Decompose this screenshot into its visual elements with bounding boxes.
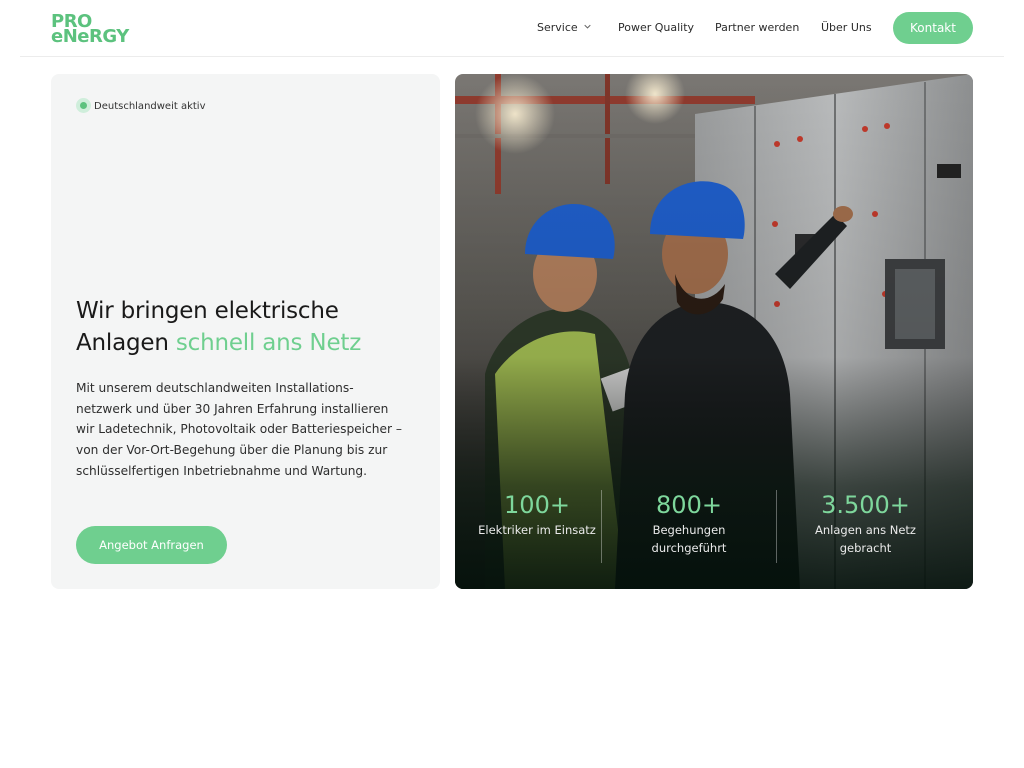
nav-item-power-quality[interactable]: Power Quality bbox=[618, 21, 694, 34]
status-badge-label: Deutschlandweit aktiv bbox=[94, 101, 206, 112]
stat-divider bbox=[601, 490, 602, 563]
stat-inspections: 800+ Begehungen durchgeführt bbox=[615, 490, 763, 566]
stat-value: 800+ bbox=[656, 491, 722, 519]
page-title: Wir bringen elektrische Anlagen schnell … bbox=[76, 295, 421, 359]
stat-label: Anlagen ans Netz gebracht bbox=[815, 523, 916, 555]
stat-divider bbox=[776, 490, 777, 563]
pro-energy-logo[interactable]: PRO eNeRGY bbox=[51, 13, 133, 47]
status-badge: Deutschlandweit aktiv bbox=[76, 98, 206, 113]
stat-label: Begehungen durchgeführt bbox=[651, 523, 727, 555]
stats-row: 100+ Elektriker im Einsatz 800+ Begehung… bbox=[455, 490, 973, 566]
hero-text-card: Deutschlandweit aktiv Wir bringen elektr… bbox=[51, 74, 440, 589]
stat-electricians: 100+ Elektriker im Einsatz bbox=[469, 490, 605, 566]
kontakt-button[interactable]: Kontakt bbox=[893, 12, 973, 44]
stat-installations: 3.500+ Anlagen ans Netz gebracht bbox=[789, 490, 942, 566]
headline-accent: schnell ans Netz bbox=[175, 330, 362, 356]
logo-line-2: eNeRGY bbox=[51, 26, 129, 47]
nav-item-service[interactable]: Service bbox=[537, 21, 591, 34]
stat-value: 100+ bbox=[504, 491, 570, 519]
hero-description: Mit unserem deutschlandweiten Installati… bbox=[76, 381, 402, 478]
hero-image-card: 100+ Elektriker im Einsatz 800+ Begehung… bbox=[455, 74, 973, 589]
stat-value: 3.500+ bbox=[821, 491, 910, 519]
site-header: PRO eNeRGY Service Power Quality Partner… bbox=[20, 0, 1004, 57]
angebot-anfragen-button[interactable]: Angebot Anfragen bbox=[76, 526, 227, 564]
status-dot-icon bbox=[76, 98, 91, 113]
chevron-down-icon bbox=[584, 24, 591, 29]
nav-item-partner-werden[interactable]: Partner werden bbox=[715, 21, 799, 34]
nav-item-ueber-uns[interactable]: Über Uns bbox=[821, 21, 872, 34]
nav-item-service-label: Service bbox=[537, 21, 578, 34]
stat-label: Elektriker im Einsatz bbox=[478, 523, 596, 537]
